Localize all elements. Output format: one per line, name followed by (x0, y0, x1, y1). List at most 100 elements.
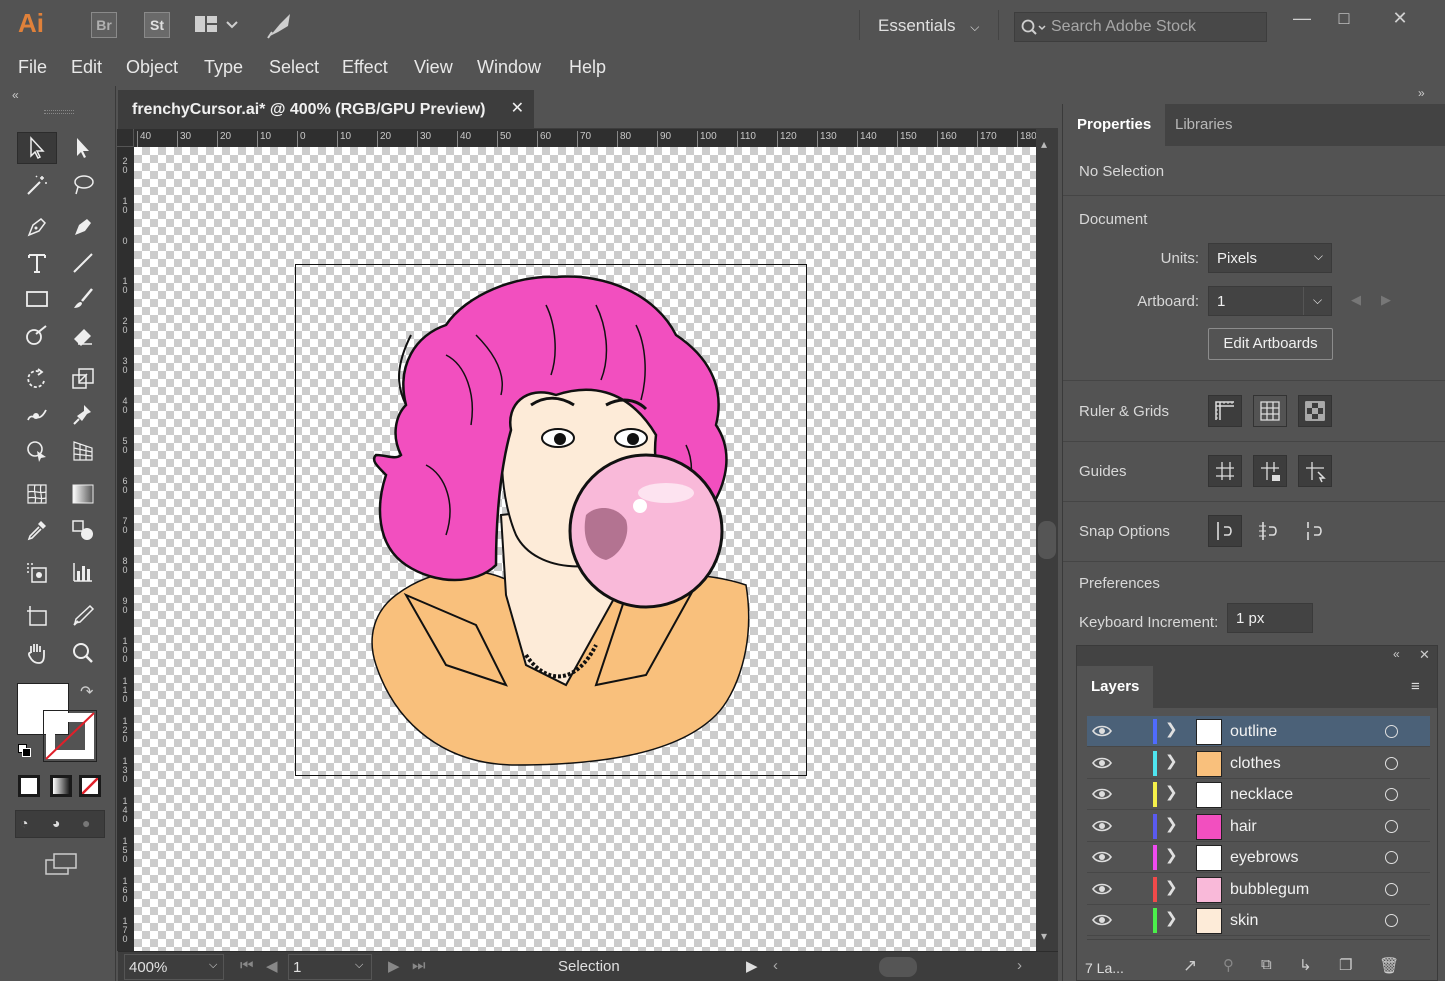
first-artboard-icon[interactable]: ⏮ (240, 957, 254, 974)
draw-inside-icon[interactable]: ● (82, 815, 102, 833)
stock-search[interactable] (1014, 12, 1267, 42)
zoom-tool[interactable] (63, 637, 103, 669)
target-circle-icon[interactable] (1385, 914, 1398, 927)
trash-icon[interactable]: 🗑 (1379, 956, 1399, 976)
stock-button[interactable]: St (144, 12, 170, 38)
eye-icon[interactable] (1091, 723, 1113, 739)
gradient-mode-button[interactable] (50, 775, 72, 797)
layer-name[interactable]: necklace (1230, 786, 1293, 804)
smart-guides-toggle[interactable] (1298, 455, 1332, 487)
expand-chevron-icon[interactable]: ❯ (1165, 878, 1178, 896)
slice-tool[interactable] (63, 600, 103, 632)
lasso-tool[interactable] (63, 169, 103, 201)
eye-icon[interactable] (1091, 881, 1113, 897)
snap-to-point-toggle[interactable] (1208, 515, 1242, 547)
workspace-switcher[interactable]: Essentials ⌵ (878, 16, 979, 36)
collapse-panels-icon[interactable]: » (1418, 86, 1425, 100)
artboard[interactable] (295, 264, 807, 776)
arrange-documents-button[interactable] (193, 14, 243, 36)
search-input[interactable] (1051, 17, 1261, 37)
menu-file[interactable]: File (18, 57, 47, 78)
target-circle-icon[interactable] (1385, 819, 1398, 833)
toolbar-grip[interactable] (44, 110, 74, 114)
layer-name[interactable]: clothes (1230, 755, 1281, 773)
layer-row-clothes[interactable]: ❯ clothes (1087, 747, 1430, 779)
scroll-up-icon[interactable]: ▴ (1041, 137, 1047, 151)
vertical-scrollbar[interactable]: ▴ ▾ (1036, 129, 1058, 951)
make-clipping-mask-icon[interactable]: ⧉ (1261, 956, 1272, 973)
menu-type[interactable]: Type (204, 57, 243, 78)
eye-icon[interactable] (1091, 818, 1113, 834)
eyedropper-tool[interactable] (17, 514, 57, 546)
perspective-grid-tool[interactable] (63, 435, 103, 467)
collapse-toolbar-icon[interactable]: « (12, 88, 19, 102)
shaper-tool[interactable] (17, 319, 57, 351)
magic-wand-tool[interactable] (17, 169, 57, 201)
default-colors-icon[interactable] (18, 744, 32, 758)
line-segment-tool[interactable] (63, 247, 103, 279)
puppet-warp-tool[interactable] (63, 399, 103, 431)
layer-row-eyebrows[interactable]: ❯ eyebrows (1087, 842, 1430, 873)
selection-tool[interactable] (17, 132, 57, 164)
warp-tool[interactable] (17, 399, 57, 431)
locate-object-icon[interactable]: ⚲ (1223, 956, 1234, 974)
previous-artboard-icon[interactable]: ◀ (266, 957, 278, 975)
menu-help[interactable]: Help (569, 57, 606, 78)
curvature-tool[interactable] (63, 211, 103, 243)
type-tool[interactable] (17, 247, 57, 279)
close-window-button[interactable]: ✕ (1380, 8, 1420, 28)
draw-normal-icon[interactable]: ◔ (20, 815, 40, 833)
target-circle-icon[interactable] (1385, 788, 1398, 801)
horizontal-ruler[interactable]: 40 30 20 10 0 10 20 30 40 50 60 70 80 90 100 110 120 130 1… (134, 129, 1036, 147)
blend-tool[interactable] (63, 514, 103, 546)
canvas[interactable] (134, 147, 1036, 951)
close-document-icon[interactable]: ✕ (511, 98, 524, 118)
draw-behind-icon[interactable]: ◕ (52, 815, 72, 833)
zoom-select[interactable]: 400% ⌵ (124, 954, 224, 980)
panel-menu-icon[interactable]: ≡ (1411, 678, 1420, 695)
rulers-toggle[interactable] (1208, 395, 1242, 427)
layer-row-hair[interactable]: ❯ hair (1087, 810, 1430, 842)
scale-tool[interactable] (63, 363, 103, 395)
export-icon[interactable]: ↗ (1183, 956, 1197, 976)
paintbrush-tool[interactable] (63, 283, 103, 315)
collapse-icon[interactable]: « (1393, 647, 1400, 661)
gpu-performance-icon[interactable] (266, 10, 296, 40)
layer-row-skin[interactable]: ❯ skin (1087, 905, 1430, 936)
ruler-origin[interactable] (117, 129, 134, 147)
layer-row-bubblegum[interactable]: ❯ bubblegum (1087, 873, 1430, 905)
color-mode-button[interactable] (18, 775, 40, 797)
layer-name[interactable]: hair (1230, 818, 1257, 836)
expand-chevron-icon[interactable]: ❯ (1165, 752, 1178, 770)
layer-row-outline[interactable]: ❯ outline (1087, 716, 1430, 747)
scroll-down-icon[interactable]: ▾ (1041, 929, 1047, 943)
eraser-tool[interactable] (63, 319, 103, 351)
snap-to-glyph-toggle[interactable] (1298, 515, 1332, 547)
layer-row-necklace[interactable]: ❯ necklace (1087, 779, 1430, 810)
snap-to-pixel-toggle[interactable] (1253, 515, 1287, 547)
eye-icon[interactable] (1091, 849, 1113, 865)
menu-view[interactable]: View (414, 57, 453, 78)
target-circle-icon[interactable] (1385, 725, 1398, 738)
scroll-thumb[interactable] (1038, 521, 1056, 559)
gradient-tool[interactable] (63, 478, 103, 510)
keyboard-increment-input[interactable]: 1 px (1227, 603, 1313, 633)
layer-name[interactable]: eyebrows (1230, 849, 1298, 867)
shape-builder-tool[interactable] (17, 435, 57, 467)
vertical-ruler[interactable]: 2 0 1 0 0 1 0 2 0 3 0 4 0 5 0 6 0 7 0 8 0 9 0 1 0 0 1… (117, 147, 134, 951)
artboard-tool[interactable] (17, 600, 57, 632)
menu-window[interactable]: Window (477, 57, 541, 78)
document-tab[interactable]: frenchyCursor.ai* @ 400% (RGB/GPU Previe… (118, 90, 534, 128)
expand-chevron-icon[interactable]: ❯ (1165, 909, 1178, 927)
symbol-sprayer-tool[interactable] (17, 556, 57, 588)
tab-libraries[interactable]: Libraries (1161, 104, 1247, 146)
expand-chevron-icon[interactable]: ❯ (1165, 720, 1178, 738)
menu-edit[interactable]: Edit (71, 57, 102, 78)
target-circle-icon[interactable] (1385, 756, 1398, 770)
scroll-thumb[interactable] (879, 957, 917, 977)
grid-toggle[interactable] (1253, 395, 1287, 427)
tab-layers[interactable]: Layers (1077, 666, 1154, 708)
next-artboard-icon[interactable]: ▶ (1381, 292, 1391, 308)
edit-artboards-button[interactable]: Edit Artboards (1208, 328, 1333, 360)
rectangle-tool[interactable] (17, 283, 57, 315)
